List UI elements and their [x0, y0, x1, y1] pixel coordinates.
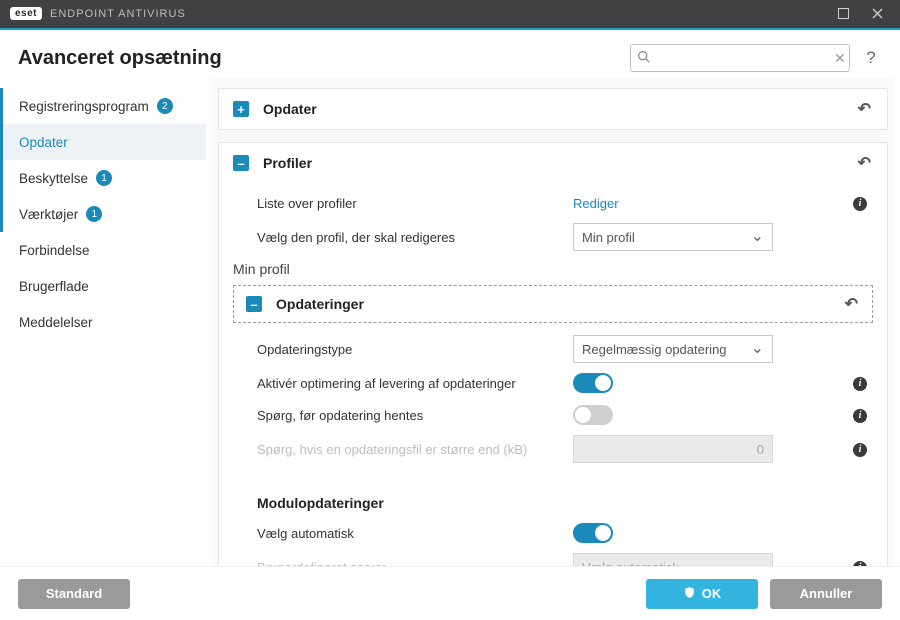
search-box[interactable]: ✕	[630, 44, 850, 72]
sidebar-item-label: Meddelelser	[19, 315, 93, 330]
sidebar-item-registreringsprogram[interactable]: Registreringsprogram 2	[0, 88, 206, 124]
ask-if-larger-value: 0	[757, 442, 764, 457]
panel-opdater: Opdater ↶	[218, 88, 888, 130]
content-scroll[interactable]: Opdater ↶ Profiler ↶ Liste over profiler	[212, 78, 894, 566]
ask-before-download-label: Spørg, før opdatering hentes	[233, 408, 573, 423]
update-type-value: Regelmæssig opdatering	[582, 342, 727, 357]
profile-select[interactable]: Min profil ⌄	[573, 223, 773, 251]
subpanel-opdateringer: Opdateringer ↶	[233, 285, 873, 323]
ok-button[interactable]: OK	[646, 579, 758, 609]
default-button[interactable]: Standard	[18, 579, 130, 609]
info-icon[interactable]: i	[853, 197, 867, 211]
expand-icon[interactable]	[233, 101, 249, 117]
ok-button-label: OK	[702, 586, 722, 601]
sidebar: Registreringsprogram 2 Opdater Beskyttel…	[0, 78, 212, 566]
ask-if-larger-input: 0	[573, 435, 773, 463]
main-area: Registreringsprogram 2 Opdater Beskyttel…	[0, 78, 900, 566]
custom-server-input: Vælg automatisk	[573, 553, 773, 566]
info-icon[interactable]: i	[853, 409, 867, 423]
panel-title: Profiler	[263, 155, 312, 171]
profile-section-caption: Min profil	[233, 255, 873, 281]
update-type-label: Opdateringstype	[233, 342, 573, 357]
module-updates-heading: Modulopdateringer	[233, 495, 873, 511]
cancel-button[interactable]: Annuller	[770, 579, 882, 609]
sidebar-item-beskyttelse[interactable]: Beskyttelse 1	[0, 160, 206, 196]
profile-select-value: Min profil	[582, 230, 635, 245]
sidebar-item-label: Beskyttelse	[19, 171, 88, 186]
optimize-delivery-toggle[interactable]	[573, 373, 613, 393]
ask-if-larger-label: Spørg, hvis en opdateringsfil er større …	[233, 442, 573, 457]
search-clear-icon[interactable]: ✕	[832, 50, 848, 67]
window-close-button[interactable]	[860, 0, 894, 28]
product-name: ENDPOINT ANTIVIRUS	[50, 8, 186, 20]
info-icon[interactable]: i	[853, 443, 867, 457]
sidebar-item-vaerktojer[interactable]: Værktøjer 1	[0, 196, 206, 232]
sidebar-item-label: Opdater	[19, 135, 68, 150]
sidebar-item-label: Forbindelse	[19, 243, 90, 258]
page-header: Avanceret opsætning ✕ ?	[0, 30, 900, 78]
default-button-label: Standard	[46, 586, 102, 601]
sidebar-item-brugerflade[interactable]: Brugerflade	[0, 268, 206, 304]
sidebar-item-meddelelser[interactable]: Meddelelser	[0, 304, 206, 340]
undo-icon[interactable]: ↶	[843, 294, 860, 314]
panel-profiler: Profiler ↶ Liste over profiler Rediger i…	[218, 142, 888, 566]
info-icon[interactable]: i	[853, 377, 867, 391]
window-maximize-button[interactable]	[826, 0, 860, 28]
chevron-down-icon: ⌄	[751, 229, 764, 245]
footer: Standard OK Annuller	[0, 566, 900, 620]
optimize-delivery-label: Aktivér optimering af levering af opdate…	[233, 376, 573, 391]
sidebar-item-label: Registreringsprogram	[19, 99, 149, 114]
ask-before-download-toggle[interactable]	[573, 405, 613, 425]
sidebar-badge: 1	[86, 206, 102, 222]
collapse-icon[interactable]	[246, 296, 262, 312]
auto-select-toggle[interactable]	[573, 523, 613, 543]
undo-icon[interactable]: ↶	[856, 153, 873, 173]
sidebar-item-forbindelse[interactable]: Forbindelse	[0, 232, 206, 268]
panel-title: Opdater	[263, 101, 317, 117]
sidebar-badge: 1	[96, 170, 112, 186]
subpanel-title: Opdateringer	[276, 296, 364, 312]
sidebar-item-label: Værktøjer	[19, 207, 78, 222]
titlebar: eset ENDPOINT ANTIVIRUS	[0, 0, 900, 28]
profile-list-label: Liste over profiler	[233, 196, 573, 211]
sidebar-item-opdater[interactable]: Opdater	[0, 124, 206, 160]
search-icon	[637, 50, 650, 66]
undo-icon[interactable]: ↶	[856, 99, 873, 119]
auto-select-label: Vælg automatisk	[233, 526, 573, 541]
cancel-button-label: Annuller	[800, 586, 853, 601]
collapse-icon[interactable]	[233, 155, 249, 171]
page-title: Avanceret opsætning	[18, 47, 222, 70]
chevron-down-icon: ⌄	[751, 341, 764, 357]
brand-logo: eset	[10, 7, 42, 20]
edit-profile-link[interactable]: Rediger	[573, 196, 619, 211]
sidebar-badge: 2	[157, 98, 173, 114]
search-input[interactable]	[656, 51, 832, 66]
shield-icon	[683, 586, 696, 602]
help-button[interactable]: ?	[860, 48, 882, 68]
update-type-select[interactable]: Regelmæssig opdatering ⌄	[573, 335, 773, 363]
sidebar-item-label: Brugerflade	[19, 279, 89, 294]
profile-select-label: Vælg den profil, der skal redigeres	[233, 230, 573, 245]
